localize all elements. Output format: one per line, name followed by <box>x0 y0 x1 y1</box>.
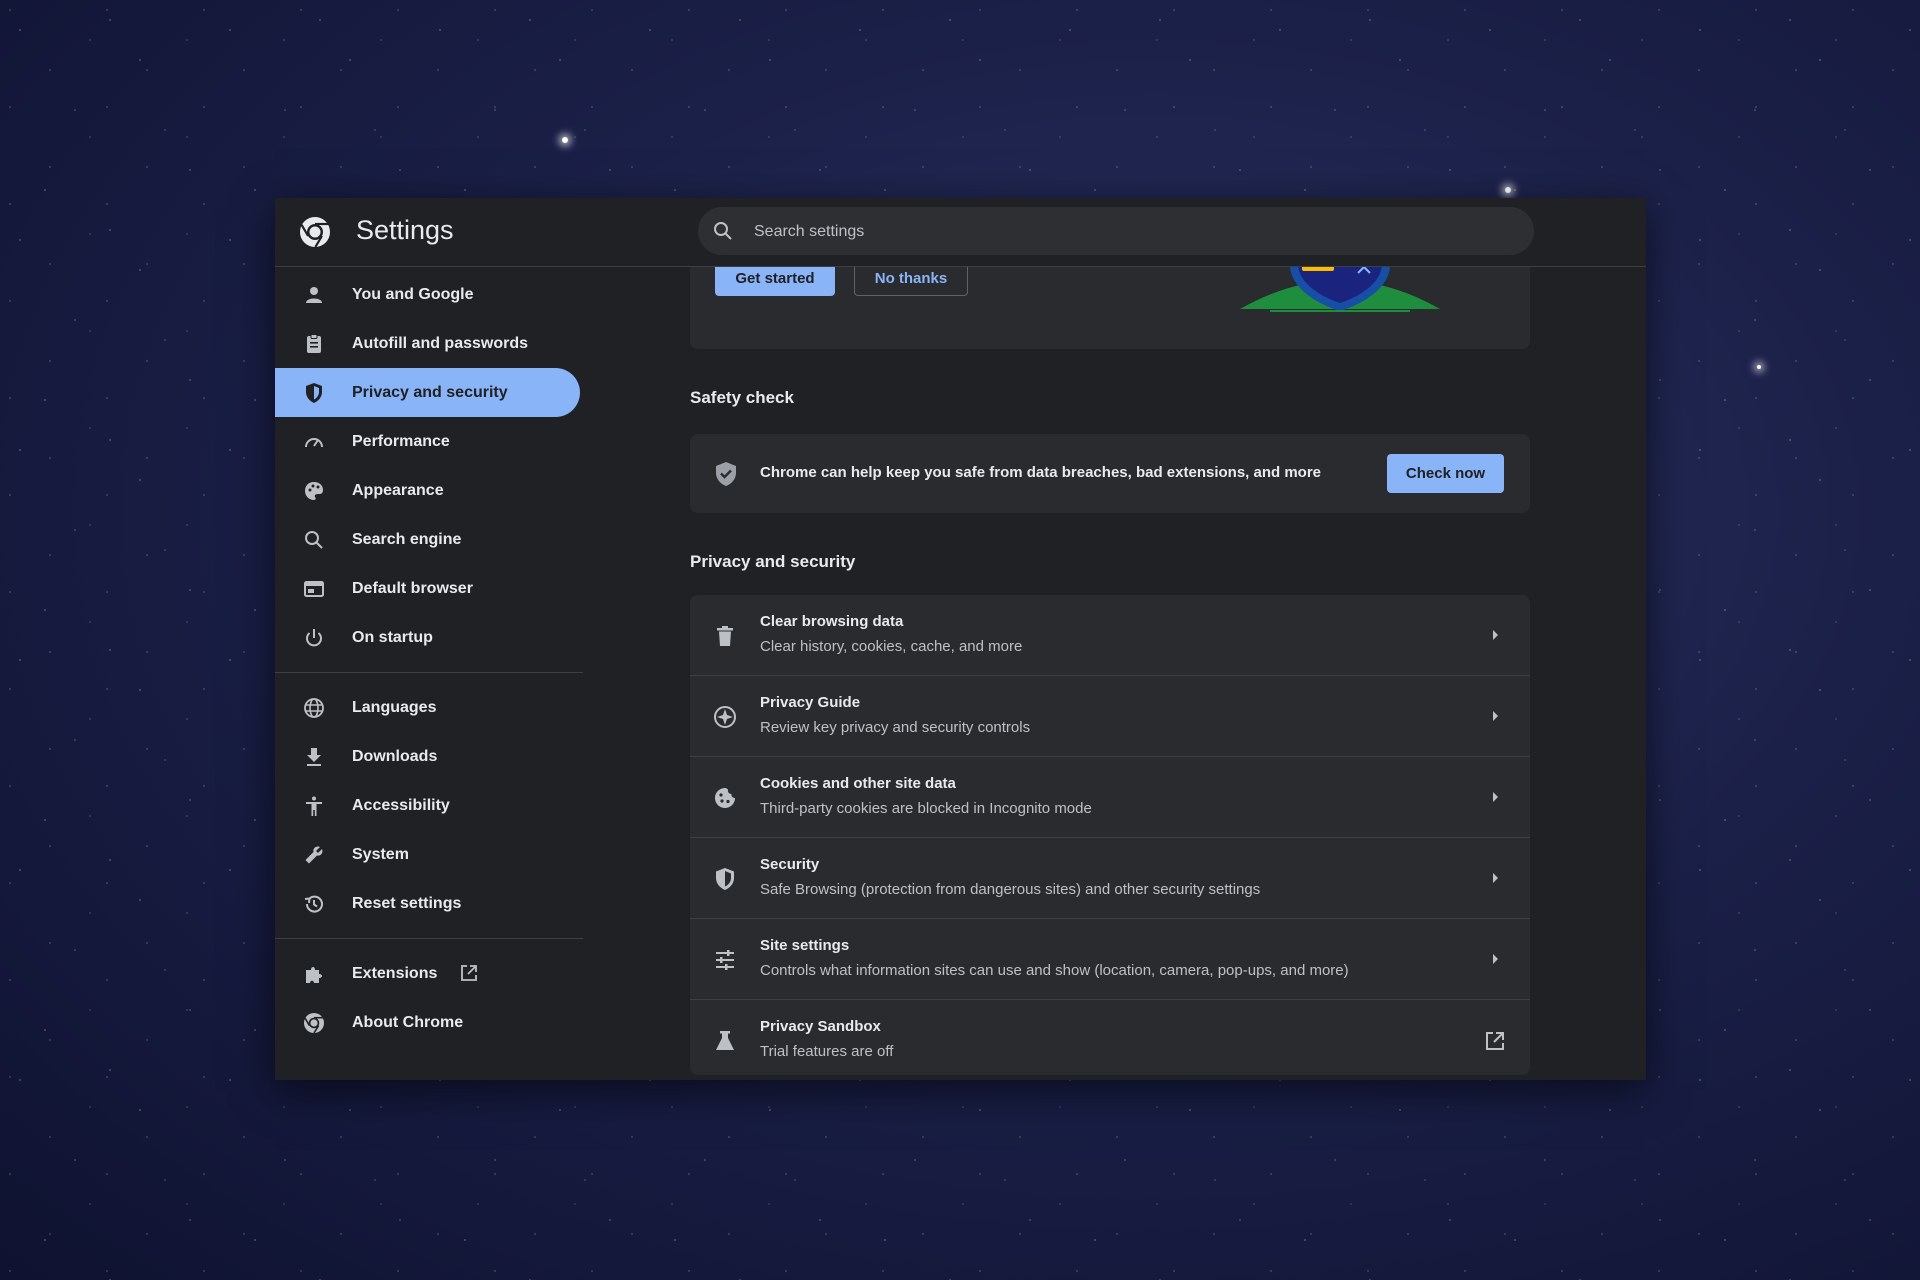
download-icon <box>307 748 321 766</box>
sidebar-item-label: Accessibility <box>352 796 450 814</box>
sliders-icon <box>716 950 734 970</box>
row-title: Privacy Sandbox <box>760 1018 881 1035</box>
sidebar-item-appearance[interactable]: Appearance <box>275 466 580 515</box>
row-subtitle: Review key privacy and security controls <box>760 719 1031 736</box>
sidebar-item-privacy-and-security[interactable]: Privacy and security <box>275 368 580 417</box>
browser-icon <box>304 581 324 597</box>
sidebar-item-label: Languages <box>352 698 437 716</box>
row-subtitle: Third-party cookies are blocked in Incog… <box>760 800 1092 817</box>
puzzle-icon <box>306 967 322 983</box>
arrow-right-icon <box>1493 792 1498 802</box>
shield-check-icon <box>716 462 736 486</box>
row-subtitle: Trial features are off <box>760 1043 894 1060</box>
row-title: Security <box>760 856 820 873</box>
search-icon <box>714 222 732 240</box>
safety-check-heading: Safety check <box>690 388 794 407</box>
row-subtitle: Clear history, cookies, cache, and more <box>760 638 1023 655</box>
chrome-logo-icon <box>300 217 330 248</box>
row-subtitle: Controls what information sites can use … <box>760 962 1349 979</box>
sidebar-item-label: System <box>352 845 409 863</box>
shield-icon <box>716 868 734 890</box>
settings-window: Settings You and Google Autofill and pas… <box>275 198 1646 1080</box>
sidebar-item-extensions[interactable]: Extensions <box>275 949 580 998</box>
sidebar-item-reset-settings[interactable]: Reset settings <box>275 879 580 928</box>
sidebar-item-system[interactable]: System <box>275 830 580 879</box>
arrow-right-icon <box>1493 711 1498 721</box>
person-icon <box>306 287 322 303</box>
sidebar-item-label: You and Google <box>352 285 474 303</box>
cookies-and-site-data-row[interactable]: Cookies and other site data Third-party … <box>690 757 1530 838</box>
sidebar-item-label: Appearance <box>352 481 444 499</box>
clear-browsing-data-row[interactable]: Clear browsing data Clear history, cooki… <box>690 595 1530 676</box>
sidebar-item-label: Downloads <box>352 747 438 765</box>
open-in-new-icon <box>461 965 477 981</box>
arrow-right-icon <box>1493 630 1498 640</box>
open-in-new-icon[interactable] <box>1484 1030 1506 1052</box>
sidebar-item-label: About Chrome <box>352 1013 464 1031</box>
shield-icon <box>306 383 322 403</box>
safety-check-card: Chrome can help keep you safe from data … <box>690 434 1530 513</box>
sidebar-item-label: Privacy and security <box>352 383 508 401</box>
row-title: Clear browsing data <box>760 613 904 630</box>
page-title: Settings <box>356 215 454 245</box>
sidebar-item-languages[interactable]: Languages <box>275 683 580 732</box>
sidebar-item-accessibility[interactable]: Accessibility <box>275 781 580 830</box>
row-title: Cookies and other site data <box>760 775 956 792</box>
sidebar-item-label: Performance <box>352 432 450 450</box>
site-settings-row[interactable]: Site settings Controls what information … <box>690 919 1530 1000</box>
compass-icon <box>714 706 736 728</box>
sidebar-item-search-engine[interactable]: Search engine <box>275 515 580 564</box>
arrow-right-icon <box>1493 873 1498 883</box>
privacy-sandbox-row[interactable]: Privacy Sandbox Trial features are off <box>690 1000 1530 1080</box>
safety-check-text: Chrome can help keep you safe from data … <box>760 464 1322 481</box>
top-bar: Settings <box>275 198 1646 267</box>
star <box>1505 187 1511 193</box>
sidebar-item-downloads[interactable]: Downloads <box>275 732 580 781</box>
sidebar-item-label: Default browser <box>352 579 473 597</box>
chrome-icon <box>304 1013 324 1034</box>
check-now-button[interactable]: Check now <box>1387 454 1504 493</box>
arrow-right-icon <box>1493 954 1498 964</box>
palette-icon <box>305 482 323 500</box>
security-row[interactable]: Security Safe Browsing (protection from … <box>690 838 1530 919</box>
trash-icon <box>717 626 733 646</box>
search-input[interactable] <box>752 207 1516 257</box>
divider <box>275 672 583 673</box>
history-icon <box>304 895 323 913</box>
sidebar-item-about-chrome[interactable]: About Chrome <box>275 998 580 1047</box>
flask-icon <box>716 1031 734 1050</box>
sidebar-item-default-browser[interactable]: Default browser <box>275 564 580 613</box>
sidebar: You and Google Autofill and passwords Pr… <box>275 267 583 1080</box>
privacy-guide-row[interactable]: Privacy Guide Review key privacy and sec… <box>690 676 1530 757</box>
sidebar-item-label: Search engine <box>352 530 462 548</box>
sidebar-item-label: Reset settings <box>352 894 462 912</box>
search-bar[interactable] <box>698 207 1534 257</box>
row-title: Site settings <box>760 937 850 954</box>
clipboard-icon <box>307 334 321 353</box>
cookie-icon <box>715 788 735 808</box>
sidebar-item-autofill[interactable]: Autofill and passwords <box>275 319 580 368</box>
sidebar-item-performance[interactable]: Performance <box>275 417 580 466</box>
globe-icon <box>304 698 324 718</box>
row-subtitle: Safe Browsing (protection from dangerous… <box>760 881 1261 898</box>
power-icon <box>306 629 322 647</box>
search-icon <box>305 531 323 549</box>
sidebar-item-label: Autofill and passwords <box>352 334 529 352</box>
star <box>562 137 568 143</box>
wrench-icon <box>305 846 323 864</box>
speedometer-icon <box>305 438 323 448</box>
divider <box>275 938 583 939</box>
star <box>1757 365 1761 369</box>
privacy-and-security-heading: Privacy and security <box>690 552 856 571</box>
accessibility-icon <box>306 796 322 816</box>
sidebar-item-label: On startup <box>352 628 433 646</box>
sidebar-item-label: Extensions <box>352 964 438 982</box>
sidebar-item-on-startup[interactable]: On startup <box>275 613 580 662</box>
sidebar-item-you-and-google[interactable]: You and Google <box>275 270 580 319</box>
privacy-and-security-card: Clear browsing data Clear history, cooki… <box>690 595 1530 1075</box>
row-title: Privacy Guide <box>760 694 861 711</box>
main-content: Get started No thanks Safety check Chrom… <box>690 247 1530 1080</box>
